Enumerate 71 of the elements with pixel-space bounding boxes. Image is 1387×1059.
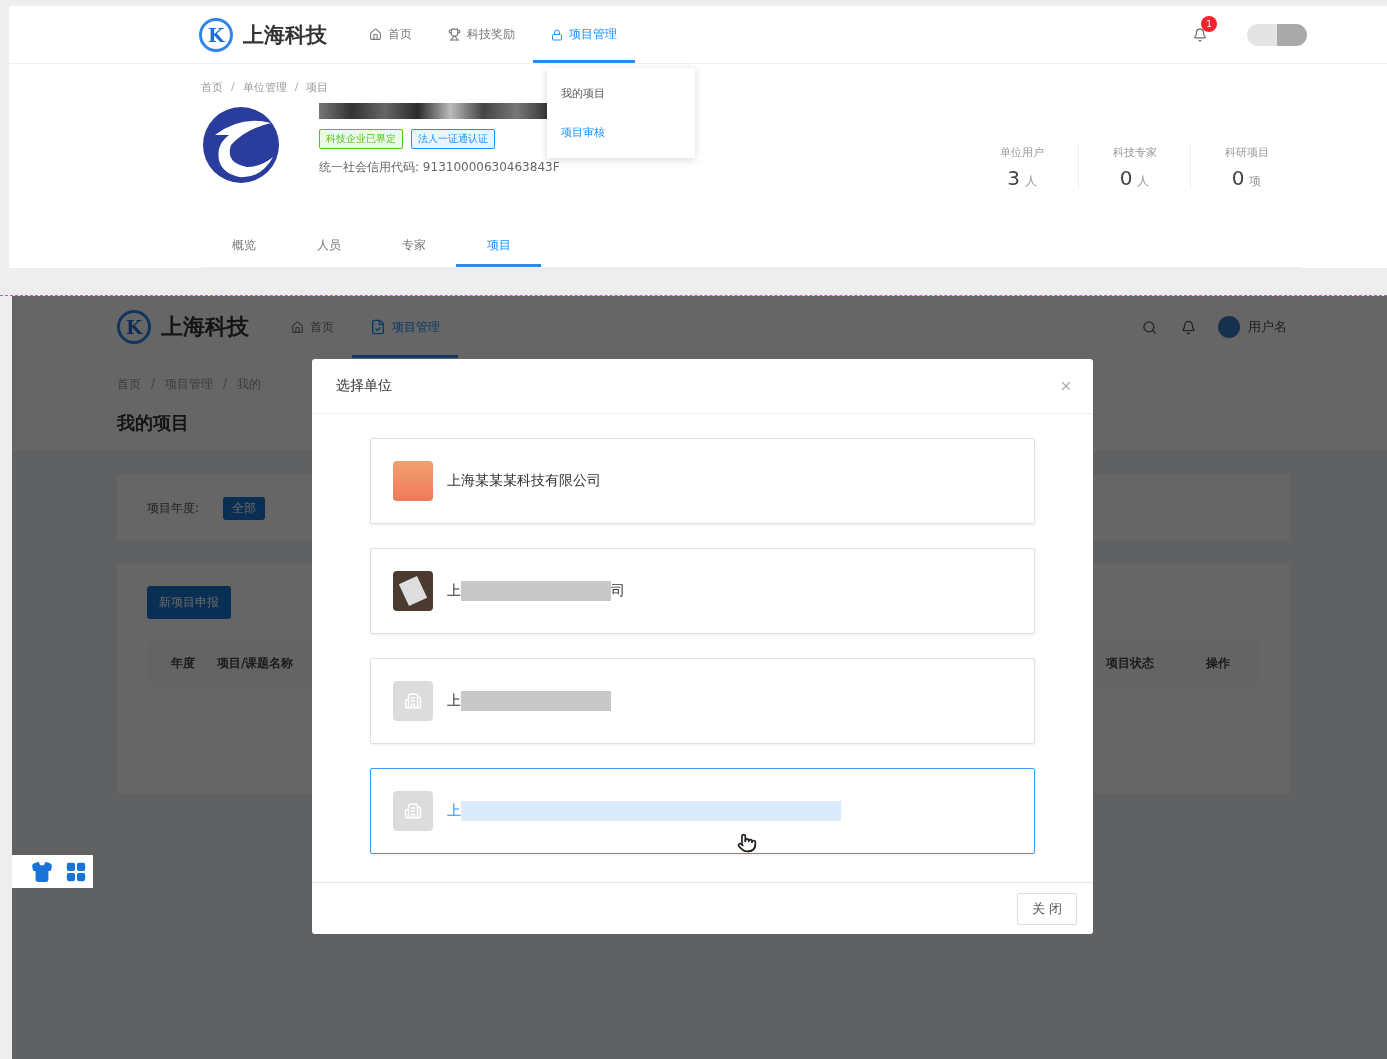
stat-label: 科技专家	[1112, 145, 1157, 160]
nav-item[interactable]: 首页	[351, 6, 430, 63]
stat-unit: 人	[1024, 173, 1037, 190]
tab[interactable]: 专家	[371, 227, 456, 267]
column-header: 年度	[171, 655, 196, 672]
brand-name: 上海科技	[243, 21, 327, 49]
unit-card[interactable]: 上 司	[370, 548, 1035, 634]
breadcrumb-separator: /	[151, 376, 156, 392]
status-tag: 法人一证通认证	[411, 129, 495, 149]
photo-placeholder	[393, 571, 433, 611]
lock-icon	[551, 28, 563, 41]
breadcrumb-separator: /	[231, 80, 235, 95]
credit-code: 统一社会信用代码: 91310000630463843F	[319, 159, 560, 176]
column-header: 项目/课题名称	[217, 655, 295, 672]
brand-logo: K	[199, 17, 233, 52]
notification-icon[interactable]	[1193, 27, 1207, 42]
stat-unit: 项	[1249, 173, 1262, 190]
breadcrumb-item[interactable]: 单位管理	[242, 80, 287, 95]
search-icon[interactable]	[1142, 319, 1157, 335]
filter-label: 项目年度:	[147, 500, 200, 517]
user-avatar[interactable]	[1218, 316, 1240, 338]
building-icon	[393, 791, 433, 831]
column-header: 项目状态	[1106, 655, 1155, 672]
home-icon	[291, 320, 304, 334]
stat-unit: 人	[1137, 173, 1150, 190]
avatar-placeholder[interactable]	[1247, 23, 1307, 46]
unit-name: 上	[447, 802, 461, 820]
notification-badge: 1	[1201, 15, 1217, 32]
unit-name: 上	[447, 692, 461, 710]
unit-name: 司	[611, 582, 625, 600]
new-project-button[interactable]: 新项目申报	[147, 586, 231, 619]
nav-item[interactable]: 科技奖励	[430, 6, 533, 63]
brand-logo: K	[117, 310, 151, 344]
stat-label: 科研项目	[1224, 145, 1269, 160]
unit-card[interactable]: 上	[370, 658, 1035, 744]
breadcrumb-separator: /	[294, 80, 299, 95]
breadcrumb-separator: /	[223, 376, 228, 392]
close-button[interactable]: 关 闭	[1016, 892, 1077, 925]
close-icon[interactable]	[1059, 379, 1073, 393]
stat-label: 单位用户	[1000, 145, 1044, 160]
user-name[interactable]: 用户名	[1248, 318, 1287, 336]
column-header: 操作	[1206, 655, 1231, 672]
hand-cursor-icon	[737, 833, 757, 853]
notification-icon[interactable]	[1181, 319, 1196, 335]
menu-item[interactable]: 我的项目	[547, 74, 695, 113]
unit-card[interactable]: 上海某某某科技有限公司	[370, 438, 1035, 524]
menu-item[interactable]: 项目审核	[547, 113, 695, 152]
grid-icon[interactable]	[65, 860, 87, 883]
trophy-icon	[448, 28, 461, 41]
stat-value: 0	[1231, 166, 1245, 190]
tab[interactable]: 项目	[456, 227, 541, 267]
breadcrumb-item[interactable]: 首页	[201, 80, 223, 95]
breadcrumb-item: 项目	[306, 80, 329, 95]
unit-logo	[393, 461, 433, 501]
page-title: 我的项目	[117, 411, 190, 435]
stat-value: 3	[1007, 166, 1020, 190]
unit-name: 上海某某某科技有限公司	[447, 472, 601, 490]
home-icon	[369, 28, 382, 41]
filter-chip[interactable]: 全部	[223, 497, 266, 520]
unit-name: 上	[447, 582, 461, 600]
nav-item[interactable]: 项目管理	[533, 6, 635, 63]
shirt-icon[interactable]	[31, 860, 53, 883]
tab[interactable]: 人员	[286, 227, 371, 267]
tab[interactable]: 概览	[201, 227, 286, 267]
unit-card[interactable]: 上	[370, 768, 1035, 854]
document-check-icon	[370, 319, 386, 335]
stat-value: 0	[1119, 166, 1133, 190]
brand-name: 上海科技	[161, 313, 249, 341]
status-tag: 科技企业已界定	[319, 129, 403, 149]
modal-title: 选择单位	[336, 377, 392, 395]
building-icon	[393, 681, 433, 721]
